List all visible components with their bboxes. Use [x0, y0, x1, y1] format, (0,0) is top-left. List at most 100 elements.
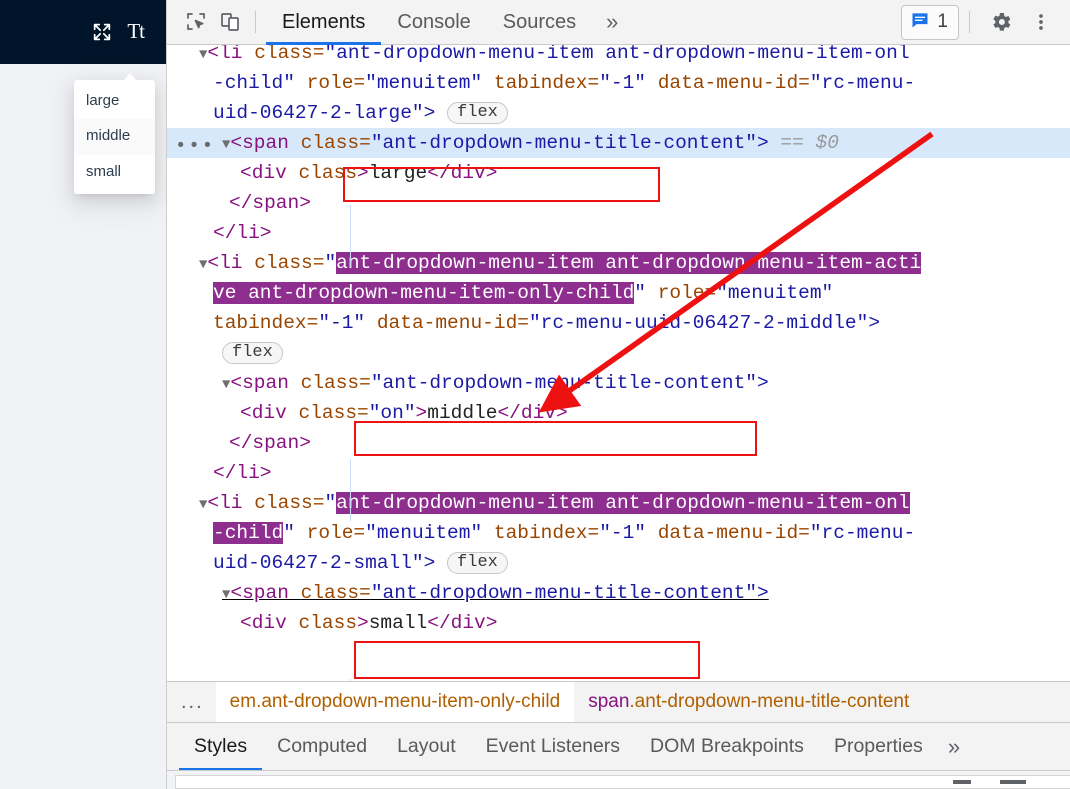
code-token-attr: role= [306, 72, 366, 94]
dom-row-code: <div class>small</div> [240, 608, 497, 638]
styles-pane-tabbar: Styles Computed Layout Event Listeners D… [167, 723, 1070, 771]
code-token-tag: <span [230, 372, 301, 394]
menu-item-middle[interactable]: middle [74, 119, 155, 155]
tab-dom-breakpoints[interactable]: DOM Breakpoints [635, 723, 819, 770]
code-token-val: uid-06427-2-small"> [213, 552, 448, 574]
dom-tree-view[interactable]: ▼<li class="ant-dropdown-menu-item ant-d… [167, 45, 1070, 681]
menu-item-large-label: large [86, 92, 120, 109]
code-token-val: " [324, 252, 337, 274]
dom-row-code: uid-06427-2-large"> flex [213, 98, 508, 128]
expand-arrows-icon[interactable] [91, 21, 113, 43]
console-message-count: 1 [937, 11, 948, 32]
dom-node-row[interactable]: <div class>large</div> [167, 158, 1070, 188]
dom-row-code: </span> [229, 188, 311, 218]
code-token-tag: </span> [229, 192, 311, 214]
menu-item-large[interactable]: large [74, 84, 155, 119]
tab-layout[interactable]: Layout [382, 723, 471, 770]
device-toolbar-icon[interactable] [213, 7, 247, 37]
code-token-attr: tabindex= [213, 312, 319, 334]
code-token-hl: ant-dropdown-menu-item ant-dropdown-menu… [336, 252, 922, 274]
tab-event-listeners[interactable]: Event Listeners [471, 723, 635, 770]
breadcrumb-item-li[interactable]: em.ant-dropdown-menu-item-only-child [215, 682, 575, 722]
dom-row-code: flex [222, 338, 283, 368]
tab-event-listeners-label: Event Listeners [485, 735, 621, 757]
code-token-txt: small [368, 612, 428, 634]
dom-node-row[interactable]: -child" role="menuitem" tabindex="-1" da… [167, 68, 1070, 98]
tab-computed[interactable]: Computed [262, 723, 382, 770]
dom-node-row[interactable]: <div class>small</div> [167, 608, 1070, 638]
dom-node-row[interactable]: ▼<li class="ant-dropdown-menu-item ant-d… [167, 488, 1070, 518]
tab-sources[interactable]: Sources [487, 0, 592, 45]
gear-icon[interactable] [982, 5, 1020, 39]
devtools-panel: Elements Console Sources » 1 ▼<li class=… [166, 0, 1070, 789]
styles-more-tabs-chevron-icon[interactable]: » [938, 734, 970, 760]
code-token-tag: <div [240, 612, 299, 634]
flex-badge[interactable]: flex [222, 342, 283, 364]
dom-node-row[interactable]: ▼<li class="ant-dropdown-menu-item ant-d… [167, 248, 1070, 278]
inspect-element-icon[interactable] [179, 7, 213, 37]
code-token-tag: > [357, 612, 369, 634]
font-size-icon[interactable]: Tt [127, 18, 145, 43]
dom-node-row[interactable]: ▼<span class="ant-dropdown-menu-title-co… [167, 368, 1070, 398]
dom-node-row[interactable]: flex [167, 338, 1070, 368]
flex-badge[interactable]: flex [447, 102, 508, 124]
dom-node-row[interactable]: </li> [167, 218, 1070, 248]
styles-filter-input[interactable] [175, 775, 1070, 789]
dom-node-row[interactable]: uid-06427-2-large"> flex [167, 98, 1070, 128]
new-style-rule-icon[interactable] [953, 780, 971, 784]
code-token-tag: <span [230, 582, 301, 604]
dom-node-row[interactable]: </span> [167, 188, 1070, 218]
dom-node-row[interactable]: uid-06427-2-small"> flex [167, 548, 1070, 578]
code-token-tag: <li [207, 492, 255, 514]
code-token-attr: class= [300, 132, 371, 154]
tab-styles[interactable]: Styles [179, 723, 262, 770]
code-token-val: "ant-dropdown-menu-title-content"> [370, 372, 769, 394]
dom-node-row[interactable]: -child" role="menuitem" tabindex="-1" da… [167, 518, 1070, 548]
code-token-val: " [324, 492, 337, 514]
dom-row-code: </span> [229, 428, 311, 458]
code-token-val: "menuitem" [716, 282, 834, 304]
dom-node-row[interactable]: tabindex="-1" data-menu-id="rc-menu-uuid… [167, 308, 1070, 338]
code-token-txt: large [368, 162, 428, 184]
dom-node-row[interactable]: ▼<li class="ant-dropdown-menu-item ant-d… [167, 45, 1070, 68]
styles-pane [167, 771, 1070, 789]
dom-node-row[interactable]: <div class="on">middle</div> [167, 398, 1070, 428]
code-token-val: "-1" [599, 72, 658, 94]
code-token-hl: -child [213, 522, 284, 544]
console-message-badge[interactable]: 1 [901, 4, 959, 40]
dom-row-code: -child" role="menuitem" tabindex="-1" da… [213, 518, 915, 548]
font-size-icon-glyph: Tt [127, 18, 145, 43]
code-token-val: " [283, 522, 307, 544]
breadcrumb-item-span[interactable]: span .ant-dropdown-menu-title-content [574, 682, 923, 722]
breadcrumb-overflow-button[interactable]: ... [167, 691, 216, 714]
annotation-box-small [354, 641, 700, 679]
dom-row-code: tabindex="-1" data-menu-id="rc-menu-uuid… [213, 308, 880, 338]
tab-elements-label: Elements [282, 10, 366, 33]
dom-node-row[interactable]: </li> [167, 458, 1070, 488]
code-token-tag: <li [207, 45, 255, 64]
code-token-val: "ant-dropdown-menu-item ant-dropdown-men… [324, 45, 910, 64]
dom-node-row[interactable]: </span> [167, 428, 1070, 458]
more-tabs-chevron-icon[interactable]: » [592, 0, 632, 45]
devtools-screenshot: Tt large middle small Elements Console S… [0, 0, 1070, 789]
code-token-tag: <div [240, 162, 299, 184]
code-token-tag: <li [207, 252, 255, 274]
tab-elements[interactable]: Elements [266, 0, 381, 45]
code-token-attr: data-menu-id= [657, 522, 810, 544]
dom-node-row[interactable]: ▼<span class="ant-dropdown-menu-title-co… [167, 578, 1070, 608]
tab-properties-label: Properties [833, 735, 923, 757]
element-state-icon[interactable] [1000, 780, 1026, 784]
code-token-hl: ant-dropdown-menu-item ant-dropdown-menu… [336, 492, 910, 514]
dom-node-row-selected[interactable]: ••• ▼<span class="ant-dropdown-menu-title… [167, 128, 1070, 158]
dom-node-row[interactable]: ve ant-dropdown-menu-item-only-child" ro… [167, 278, 1070, 308]
indent-guide-1 [350, 205, 351, 267]
tab-properties[interactable]: Properties [819, 723, 938, 770]
kebab-menu-icon[interactable] [1022, 5, 1060, 39]
tab-console[interactable]: Console [381, 0, 486, 45]
code-token-tag: </li> [213, 462, 272, 484]
page-header-bar: Tt [0, 0, 166, 64]
flex-badge[interactable]: flex [447, 552, 508, 574]
dom-row-overflow-dots[interactable]: ••• [175, 131, 215, 161]
menu-item-small[interactable]: small [74, 155, 155, 190]
code-token-attr: class= [254, 252, 325, 274]
